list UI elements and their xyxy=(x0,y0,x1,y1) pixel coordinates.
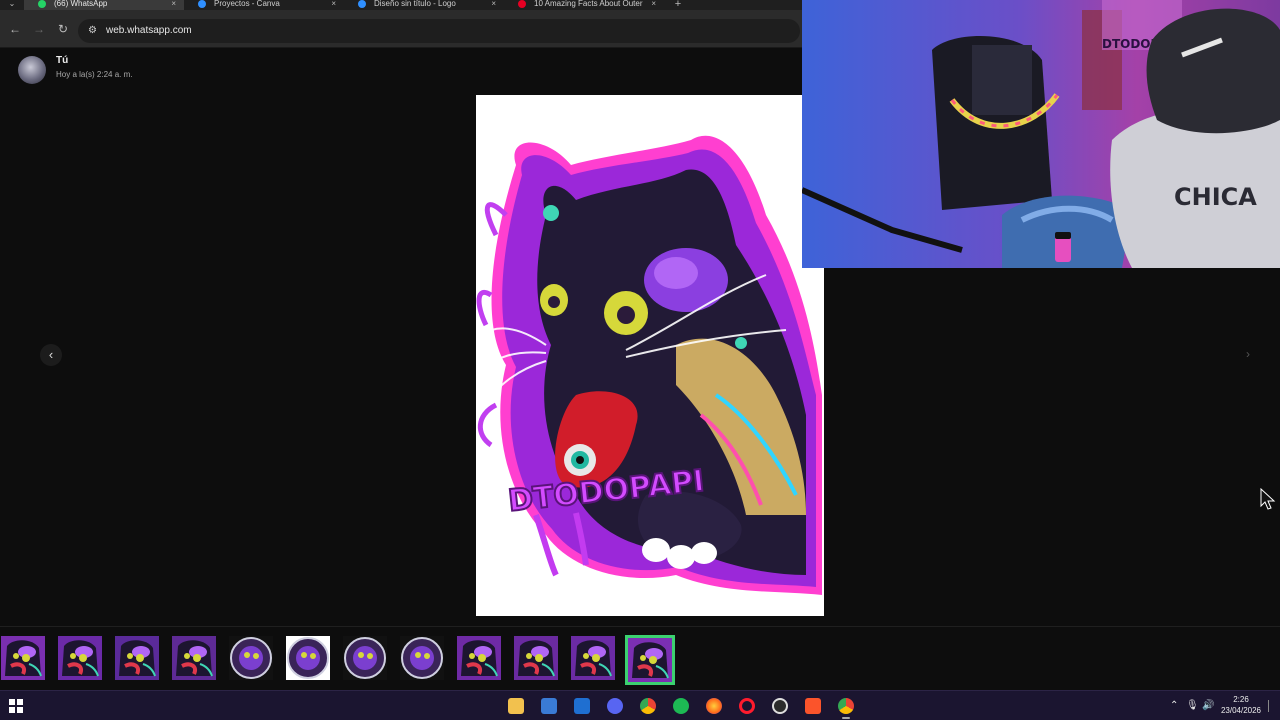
tab-label: 10 Amazing Facts About Outer xyxy=(534,0,643,8)
close-tab-icon[interactable]: × xyxy=(171,0,176,8)
tab-label: (66) WhatsApp xyxy=(54,0,108,8)
site-settings-icon[interactable]: ⚙ xyxy=(88,24,102,38)
microphone-icon[interactable]: 🎙 xyxy=(1186,699,1199,713)
volume-icon[interactable]: 🔊 xyxy=(1202,699,1214,713)
spotify-icon[interactable] xyxy=(673,698,689,714)
media-thumbnail[interactable] xyxy=(58,636,102,680)
media-thumbnail[interactable] xyxy=(115,636,159,680)
media-thumbnail[interactable] xyxy=(343,636,387,680)
media-thumbnail[interactable] xyxy=(229,636,273,680)
canva-icon xyxy=(358,0,366,8)
address-bar[interactable]: ⚙ web.whatsapp.com xyxy=(78,19,800,43)
thumbnail-image xyxy=(514,636,558,680)
thumbnail-image xyxy=(172,636,216,680)
canva-icon xyxy=(198,0,206,8)
opera-icon[interactable] xyxy=(739,698,755,714)
webcam-overlay: DTODOP CHICA xyxy=(802,0,1280,268)
tab-label: Proyectos - Canva xyxy=(214,0,280,8)
webcam-feed: DTODOP CHICA xyxy=(802,0,1280,268)
show-desktop-button[interactable] xyxy=(1268,700,1274,712)
media-thumbnail[interactable] xyxy=(625,635,675,685)
browser-toolbar: ← → ↻ ⚙ web.whatsapp.com xyxy=(0,10,802,48)
file-explorer-icon[interactable] xyxy=(508,698,524,714)
pinterest-icon xyxy=(518,0,526,8)
tab-whatsapp[interactable]: (66) WhatsApp × xyxy=(24,0,184,10)
thumbnail-strip xyxy=(0,626,1280,690)
clock-date[interactable]: 23/04/2026 xyxy=(1219,706,1263,715)
thumbnail-image xyxy=(286,636,330,680)
tab-canva-projects[interactable]: Proyectos - Canva × xyxy=(184,0,344,10)
reload-icon[interactable]: ↻ xyxy=(55,21,71,37)
windows-start-icon[interactable] xyxy=(9,699,23,713)
thumbnail-image xyxy=(343,636,387,680)
thumbnail-image xyxy=(628,638,672,682)
new-tab-button[interactable]: + xyxy=(668,0,688,10)
thumbnail-image xyxy=(457,636,501,680)
chrome-active-icon[interactable] xyxy=(838,698,854,719)
close-tab-icon[interactable]: × xyxy=(331,0,336,8)
firefox-icon[interactable] xyxy=(706,698,722,714)
webcam-shirt-text: CHICA xyxy=(1174,183,1257,211)
browser-tab-bar: ⌄ (66) WhatsApp × Proyectos - Canva × Di… xyxy=(0,0,802,10)
media-thumbnail[interactable] xyxy=(400,636,444,680)
back-arrow-icon[interactable]: ← xyxy=(7,21,23,37)
tab-canva-design[interactable]: Diseño sin título - Logo × xyxy=(344,0,504,10)
chrome-icon[interactable] xyxy=(640,698,656,714)
screen: ⌄ (66) WhatsApp × Proyectos - Canva × Di… xyxy=(0,0,1280,720)
thumbnail-image xyxy=(229,636,273,680)
thumbnail-image xyxy=(400,636,444,680)
mouse-cursor-icon xyxy=(1260,488,1276,510)
thumbnail-image xyxy=(1,636,45,680)
previous-media-button[interactable]: ‹ xyxy=(40,344,62,366)
forward-arrow-icon[interactable]: → xyxy=(31,21,47,37)
thumbnail-image xyxy=(571,636,615,680)
avatar[interactable] xyxy=(18,56,46,84)
whatsapp-icon xyxy=(38,0,46,8)
microsoft-store-icon[interactable] xyxy=(541,698,557,714)
close-tab-icon[interactable]: × xyxy=(651,0,656,8)
clock-time[interactable]: 2:26 xyxy=(1219,695,1263,704)
media-thumbnail[interactable] xyxy=(1,636,45,680)
main-media-image: DTODOPAPI xyxy=(476,95,824,616)
sticker-illustration: DTODOPAPI xyxy=(476,135,822,595)
obs-icon[interactable] xyxy=(772,698,788,714)
sender-name: Tú xyxy=(56,55,69,66)
media-thumbnail[interactable] xyxy=(571,636,615,680)
media-thumbnail[interactable] xyxy=(286,636,330,680)
discord-icon[interactable] xyxy=(607,698,623,714)
close-tab-icon[interactable]: × xyxy=(491,0,496,8)
brave-icon[interactable] xyxy=(805,698,821,714)
outlook-icon[interactable] xyxy=(574,698,590,714)
windows-taskbar: ⌃ 🎙 🔊 2:26 23/04/2026 xyxy=(0,690,1280,720)
tab-pinterest[interactable]: 10 Amazing Facts About Outer × xyxy=(504,0,664,10)
url-text: web.whatsapp.com xyxy=(106,25,192,36)
thumbnail-image xyxy=(115,636,159,680)
tab-search-chevron-icon[interactable]: ⌄ xyxy=(0,0,24,10)
message-timestamp: Hoy a la(s) 2:24 a. m. xyxy=(56,70,133,79)
media-thumbnail[interactable] xyxy=(457,636,501,680)
tray-chevron-up-icon[interactable]: ⌃ xyxy=(1170,699,1178,713)
next-media-button[interactable]: › xyxy=(1238,344,1258,364)
media-thumbnail[interactable] xyxy=(172,636,216,680)
thumbnail-image xyxy=(58,636,102,680)
tab-label: Diseño sin título - Logo xyxy=(374,0,456,8)
media-thumbnail[interactable] xyxy=(514,636,558,680)
